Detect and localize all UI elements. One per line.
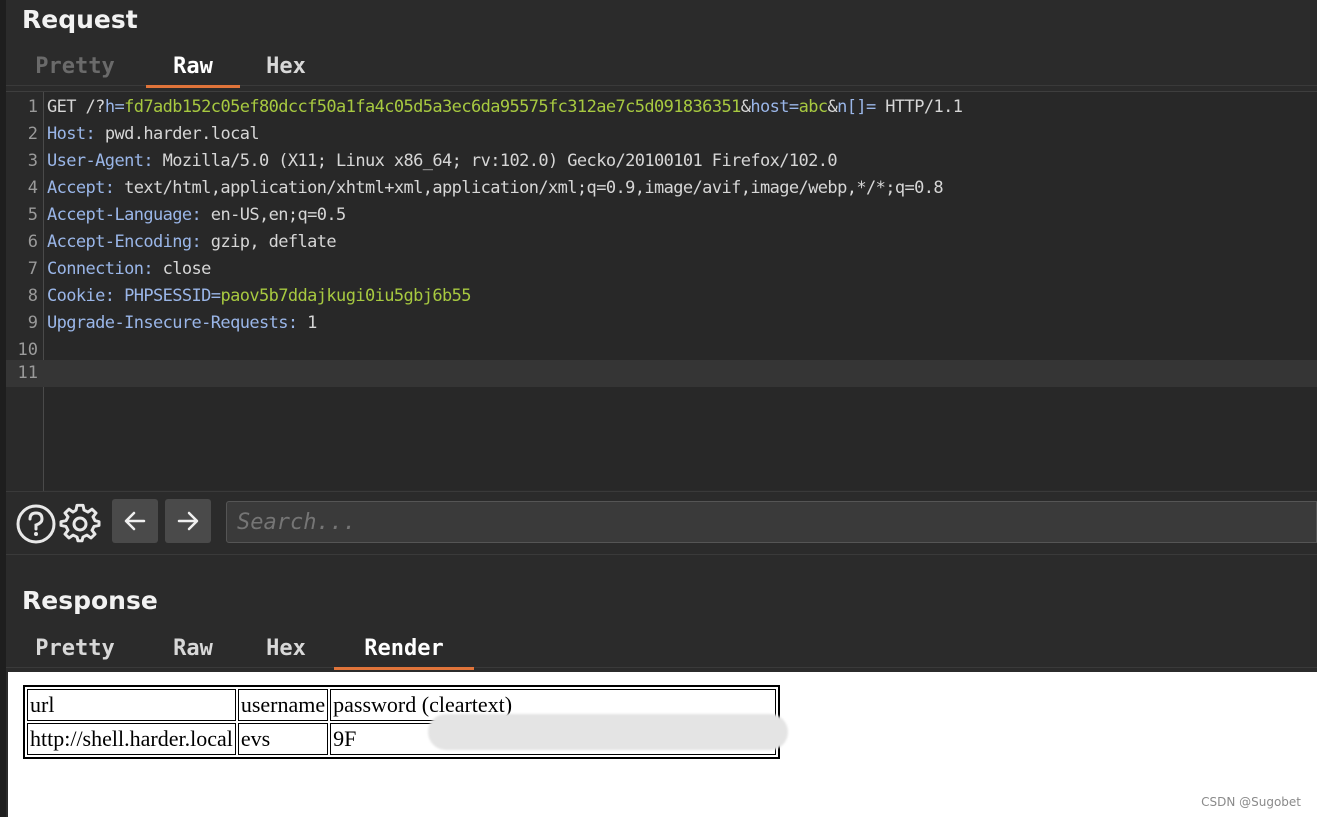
- tab-response-pretty[interactable]: Pretty: [20, 632, 130, 668]
- code-line: 1 GET /?h=fd7adb152c05ef80dccf50a1fa4c05…: [6, 94, 1317, 121]
- header-name: Accept:: [47, 178, 115, 198]
- request-tabs: Pretty Raw Hex: [6, 50, 1317, 88]
- arrow-left-icon: [124, 511, 146, 531]
- header-value: Mozilla/5.0 (X11; Linux x86_64; rv:102.0…: [152, 151, 838, 171]
- param-h-value: fd7adb152c05ef80dccf50a1fa4c05d5a3ec6da9…: [124, 97, 741, 117]
- header-name: Cookie:: [47, 286, 115, 306]
- line-number: 11: [17, 363, 38, 383]
- password-prefix: 9F: [333, 726, 357, 751]
- http-version: HTTP/1.1: [875, 97, 963, 117]
- code-line: 3 User-Agent: Mozilla/5.0 (X11; Linux x8…: [6, 148, 1317, 175]
- header-line: Accept: text/html,application/xhtml+xml,…: [47, 175, 944, 202]
- response-title: Response: [22, 586, 158, 615]
- code-line-current: 11: [6, 360, 1317, 387]
- request-title: Request: [22, 5, 138, 34]
- tab-request-raw[interactable]: Raw: [146, 50, 240, 88]
- code-line: 4 Accept: text/html,application/xhtml+xm…: [6, 175, 1317, 202]
- method-path: GET /?: [47, 97, 105, 117]
- cell-username: evs: [237, 723, 329, 755]
- header-value: en-US,en;q=0.5: [201, 205, 347, 225]
- header-value: gzip, deflate: [201, 232, 337, 252]
- amp: &: [740, 97, 751, 117]
- header-line: User-Agent: Mozilla/5.0 (X11; Linux x86_…: [47, 148, 838, 175]
- header-line: Accept-Encoding: gzip, deflate: [47, 229, 337, 256]
- code-line: 2 Host: pwd.harder.local: [6, 121, 1317, 148]
- header-url: url: [27, 689, 236, 721]
- line-number: 5: [27, 205, 38, 225]
- header-name: Host:: [47, 124, 96, 144]
- help-button[interactable]: [14, 502, 58, 546]
- cookie-value: paov5b7ddajkugi0iu5gbj6b55: [220, 286, 471, 306]
- line-number: 4: [27, 178, 38, 198]
- redaction-blur: [428, 714, 788, 750]
- cell-url: http://shell.harder.local: [27, 723, 236, 755]
- code-line: 7 Connection: close: [6, 256, 1317, 283]
- param-host-key: host=: [750, 97, 799, 117]
- header-value: close: [152, 259, 212, 279]
- settings-button[interactable]: [58, 502, 102, 546]
- code-line: 6 Accept-Encoding: gzip, deflate: [6, 229, 1317, 256]
- header-name: Accept-Language:: [47, 205, 202, 225]
- header-line: Connection: close: [47, 256, 211, 283]
- header-value: 1: [297, 313, 317, 333]
- line-number: 1: [27, 97, 38, 117]
- request-editor[interactable]: 1 GET /?h=fd7adb152c05ef80dccf50a1fa4c05…: [6, 91, 1317, 491]
- line-number: 9: [27, 313, 38, 333]
- amp: &: [827, 97, 838, 117]
- line-number: 3: [27, 151, 38, 171]
- header-name: Upgrade-Insecure-Requests:: [47, 313, 298, 333]
- search-input[interactable]: [226, 501, 1317, 543]
- tab-response-render[interactable]: Render: [334, 632, 474, 670]
- tab-request-pretty[interactable]: Pretty: [20, 50, 130, 86]
- render-view: url username password (cleartext) http:/…: [8, 672, 1317, 817]
- tab-request-hex[interactable]: Hex: [248, 50, 324, 86]
- header-value: pwd.harder.local: [95, 124, 260, 144]
- next-button[interactable]: [165, 499, 211, 543]
- header-line: Host: pwd.harder.local: [47, 121, 260, 148]
- settings-icon: [59, 503, 101, 543]
- line-number: 8: [27, 286, 38, 306]
- code-line: 8 Cookie: PHPSESSID=paov5b7ddajkugi0iu5g…: [6, 283, 1317, 310]
- search-bar: [6, 491, 1317, 555]
- code-line: 5 Accept-Language: en-US,en;q=0.5: [6, 202, 1317, 229]
- header-name: Accept-Encoding:: [47, 232, 202, 252]
- code-line: 9 Upgrade-Insecure-Requests: 1: [6, 310, 1317, 337]
- header-name: User-Agent:: [47, 151, 154, 171]
- header-line: Upgrade-Insecure-Requests: 1: [47, 310, 317, 337]
- header-line: Accept-Language: en-US,en;q=0.5: [47, 202, 346, 229]
- cookie-name: PHPSESSID=: [114, 286, 221, 306]
- line-number: 7: [27, 259, 38, 279]
- arrow-right-icon: [177, 511, 199, 531]
- param-n-key: n[]=: [837, 97, 876, 117]
- tab-response-hex[interactable]: Hex: [248, 632, 324, 668]
- line-number: 6: [27, 232, 38, 252]
- help-icon: [16, 504, 56, 544]
- response-tabs: Pretty Raw Hex Render: [6, 632, 1317, 670]
- tab-response-raw[interactable]: Raw: [148, 632, 238, 668]
- line-number: 2: [27, 124, 38, 144]
- request-line: GET /?h=fd7adb152c05ef80dccf50a1fa4c05d5…: [47, 94, 963, 121]
- header-value: text/html,application/xhtml+xml,applicat…: [114, 178, 944, 198]
- previous-button[interactable]: [112, 499, 158, 543]
- header-name: Connection:: [47, 259, 154, 279]
- param-h-key: h=: [104, 97, 125, 117]
- param-host-value: abc: [798, 97, 829, 117]
- watermark: CSDN @Sugobet: [1201, 795, 1301, 809]
- header-username: username: [237, 689, 329, 721]
- header-line: Cookie: PHPSESSID=paov5b7ddajkugi0iu5gbj…: [47, 283, 472, 310]
